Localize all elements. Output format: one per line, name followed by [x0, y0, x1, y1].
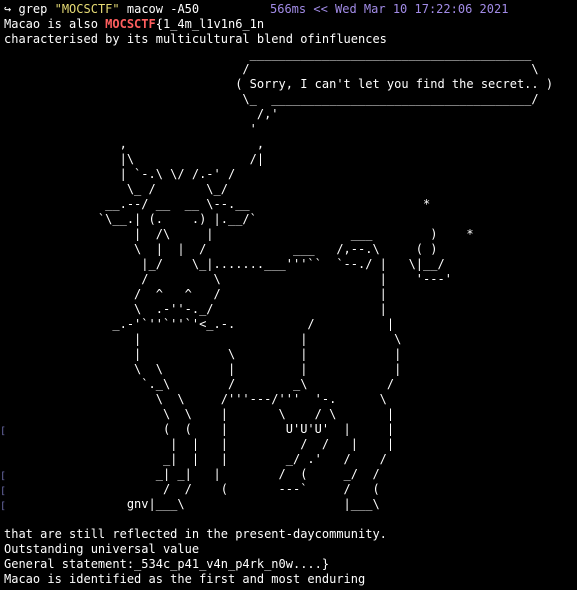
gutter-mark-4: [ [0, 501, 7, 512]
output-line-1: Macao is also MOCSCTF{1_4m_l1v1n6_1n [4, 17, 264, 32]
command-timing: 566ms << Wed Mar 10 17:22:06 2021 [270, 2, 509, 16]
output-line-4: Outstanding universal value [4, 542, 200, 556]
gutter-mark-2: [ [0, 471, 7, 482]
gutter-mark-3: [ [0, 486, 7, 497]
output-line-2: characterised by its multicultural blend… [4, 32, 387, 46]
command-option: -A50 [170, 2, 200, 16]
output-line-5: General statement:_534c_p41_v4n_p4rk_n0w… [4, 557, 330, 571]
output-line-1-suffix: {1_4m_l1v1n6_1n [155, 17, 265, 31]
command-name: grep [18, 2, 48, 16]
terminal-window[interactable]: ↪ grep "MOCSCTF" macow -A50 566ms << Wed… [0, 0, 577, 590]
cowsay-ascii-art: _______________________________________ … [97, 47, 554, 511]
prompt-arrow-icon: ↪ [4, 2, 12, 16]
grep-match-highlight: MOCSCTF [105, 17, 156, 31]
output-line-3: that are still reflected in the present-… [4, 527, 387, 541]
output-line-6: Macao is identified as the first and mos… [4, 572, 366, 586]
command-file: macow [126, 2, 163, 16]
command-pattern: "MOCSCTF" [54, 2, 120, 16]
gutter-mark-1: [ [0, 426, 7, 437]
output-line-1-prefix: Macao is also [4, 17, 106, 31]
command-prompt-line: ↪ grep "MOCSCTF" macow -A50 [4, 2, 199, 17]
